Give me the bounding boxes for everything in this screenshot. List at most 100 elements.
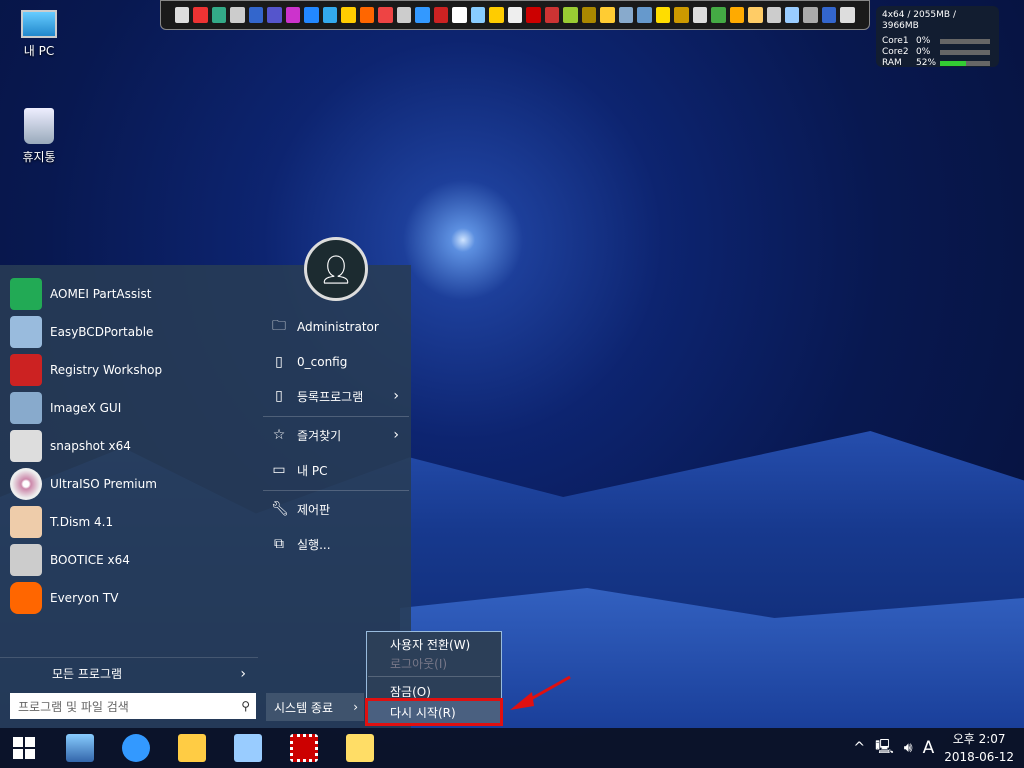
chevron-right-icon: › [353, 700, 358, 714]
taskbar-notepad[interactable] [228, 732, 268, 764]
ie-icon[interactable] [415, 7, 430, 23]
app-icon[interactable] [784, 7, 800, 23]
memory-summary: 4x64 / 2055MB / 3966MB [882, 10, 956, 31]
desktop-icon-recycle-bin[interactable]: 휴지통 [4, 108, 74, 165]
app-icon[interactable] [821, 7, 837, 23]
app-icon[interactable] [230, 7, 245, 23]
everyon-icon [10, 582, 42, 614]
app-bootice[interactable]: BOOTICE x64 [10, 543, 130, 577]
app-icon [290, 734, 318, 762]
user-folder-icon: 🗀 [272, 318, 286, 334]
gear-icon[interactable] [322, 7, 338, 23]
app-icon[interactable] [637, 7, 652, 23]
app-ultraiso[interactable]: UltraISO Premium [10, 467, 157, 501]
app-icon[interactable] [267, 7, 282, 23]
desktop-icon-label: 휴지통 [22, 150, 56, 164]
chevron-up-icon[interactable]: ^ [853, 740, 865, 756]
ime-indicator[interactable]: A [923, 738, 935, 758]
desktop-icon-label: 내 PC [23, 44, 55, 58]
taskbar: ^ 🖳︎ 🔊︎ A 오후 2:07 2018-06-12 [0, 728, 1024, 768]
meter-row-core2: Core2 0% [882, 47, 993, 58]
disc-icon [10, 468, 42, 500]
taskbar-r-app[interactable] [340, 732, 380, 764]
menu-item-restart[interactable]: 다시 시작(R) [365, 698, 503, 726]
taskbar-ie[interactable] [116, 732, 156, 764]
app-icon[interactable] [803, 7, 818, 23]
star-icon: ☆ [272, 427, 286, 443]
app-icon[interactable] [248, 7, 264, 23]
app-icon[interactable] [526, 7, 541, 23]
everyon-icon[interactable] [359, 7, 375, 23]
place-control-panel[interactable]: 🔧︎ 제어판 [263, 492, 409, 526]
chevron-right-icon: › [393, 388, 399, 404]
divider [368, 676, 500, 677]
search-input[interactable]: 프로그램 및 파일 검색 ⚲ [10, 693, 256, 719]
chevron-right-icon: › [393, 427, 399, 443]
app-icon[interactable] [581, 7, 597, 23]
app-registry-workshop[interactable]: Registry Workshop [10, 353, 162, 387]
app-icon[interactable] [211, 7, 227, 23]
document-icon: ▯ [275, 354, 283, 370]
taskbar-my-pc[interactable] [60, 732, 100, 764]
app-icon[interactable] [748, 7, 763, 23]
app-icon[interactable] [618, 7, 634, 23]
chevron-right-icon: › [240, 665, 246, 682]
shutdown-button[interactable]: 시스템 종료 › [266, 693, 364, 721]
place-administrator[interactable]: 🗀 Administrator [263, 310, 409, 344]
place-0-config[interactable]: ▯ 0_config [263, 345, 409, 379]
volume-icon[interactable]: 🔊︎ [904, 740, 913, 756]
app-icon[interactable] [193, 7, 208, 23]
app-imagex-gui[interactable]: ImageX GUI [10, 391, 121, 425]
computer-icon [21, 10, 57, 38]
menu-item-lock[interactable]: 잠금(O) [368, 680, 500, 702]
app-icon[interactable] [396, 7, 412, 23]
place-my-pc[interactable]: ▭ 내 PC [263, 453, 409, 487]
place-registered-programs[interactable]: ▯ 등록프로그램 › [263, 379, 409, 413]
app-icon[interactable] [563, 7, 578, 23]
app-snapshot[interactable]: snapshot x64 [10, 429, 131, 463]
computer-icon [66, 734, 94, 762]
desktop-icon-my-pc[interactable]: 내 PC [4, 10, 74, 59]
app-icon[interactable] [507, 7, 523, 23]
network-icon[interactable]: 🖳︎ [875, 736, 894, 760]
registry-icon[interactable] [544, 7, 560, 23]
app-icon[interactable] [285, 7, 301, 23]
menu-item-logoff: 로그아웃(I) [390, 656, 448, 671]
run-icon: ⧉ [274, 536, 284, 552]
app-icon[interactable] [674, 7, 689, 23]
app-everyon-tv[interactable]: Everyon TV [10, 581, 118, 615]
wrench-icon: 🔧︎ [271, 501, 289, 517]
app-icon[interactable] [692, 7, 708, 23]
app-easybcd[interactable]: EasyBCDPortable [10, 315, 153, 349]
7zip-icon[interactable] [175, 7, 190, 23]
taskbar-explorer[interactable] [172, 732, 212, 764]
app-icon[interactable] [378, 7, 393, 23]
app-icon[interactable] [433, 7, 449, 23]
utorrent-icon[interactable] [711, 7, 726, 23]
folder-icon[interactable] [341, 7, 356, 23]
place-favorites[interactable]: ☆ 즐겨찾기 › [263, 418, 409, 452]
taskbar-app[interactable] [284, 732, 324, 764]
place-run[interactable]: ⧉ 실행... [263, 527, 409, 561]
usage-bar [940, 50, 990, 55]
media-icon[interactable] [489, 7, 504, 23]
windows-icon[interactable] [304, 7, 319, 23]
app-icon[interactable] [729, 7, 745, 23]
app-icon[interactable] [470, 7, 486, 23]
all-programs-button[interactable]: 모든 프로그램 › [0, 657, 258, 689]
app-icon[interactable] [600, 7, 615, 23]
app-icon[interactable] [655, 7, 671, 23]
app-aomei-partassist[interactable]: AOMEI PartAssist [10, 277, 151, 311]
user-avatar[interactable]: 👤︎ [304, 237, 368, 301]
r-app-icon [346, 734, 374, 762]
recycle-bin-icon [24, 108, 54, 144]
app-tdism[interactable]: T.Dism 4.1 [10, 505, 113, 539]
start-button[interactable] [4, 732, 44, 764]
clock[interactable]: 오후 2:07 2018-06-12 [944, 730, 1014, 766]
app-icon[interactable] [840, 7, 855, 23]
app-icon[interactable] [452, 7, 467, 23]
start-menu: AOMEI PartAssist EasyBCDPortable Registr… [0, 265, 411, 728]
snapshot-icon [10, 430, 42, 462]
app-icon[interactable] [766, 7, 781, 23]
bootice-icon [10, 544, 42, 576]
